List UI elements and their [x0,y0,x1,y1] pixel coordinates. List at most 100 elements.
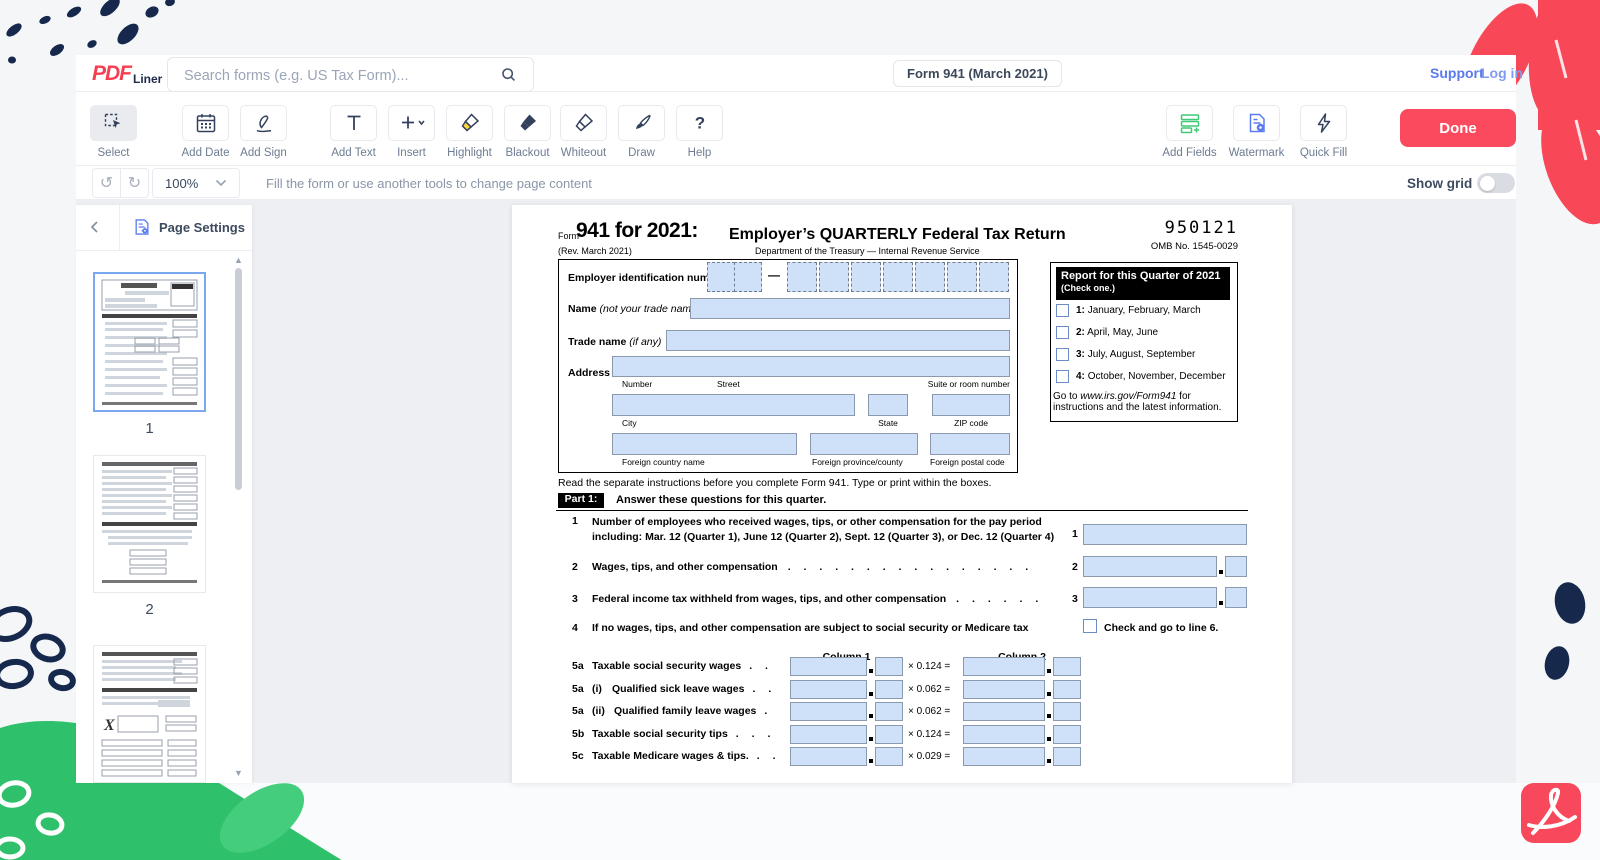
page-number-2: 2 [93,601,206,618]
quarter-1-checkbox[interactable] [1056,304,1069,317]
scroll-up-arrow[interactable]: ▲ [234,255,243,265]
state-field[interactable] [868,394,908,416]
sidebar-scrollbar-thumb[interactable] [235,268,242,490]
select-tool-button[interactable]: Select [90,105,137,159]
line5b-label-row: 5b Taxable social security tips. . . [572,728,775,740]
search-input[interactable] [182,58,496,93]
page-thumbnail-3[interactable]: X [93,645,206,783]
foreign-province-field[interactable] [810,433,918,455]
ein-digit-box[interactable] [915,262,945,292]
search-icon[interactable] [500,66,517,83]
zoom-select[interactable]: 100% [152,168,240,198]
acrobat-logo-icon [1521,783,1581,843]
line4-checkbox[interactable] [1083,619,1097,633]
page-settings-label: Page Settings [159,220,245,235]
add-fields-button[interactable]: Add Fields [1166,105,1213,159]
undo-button[interactable]: ↺ [92,168,121,198]
quick-fill-icon [1312,111,1336,135]
page-settings-icon [132,217,152,237]
add-sign-button[interactable]: Add Sign [240,105,287,159]
line3-right-number: 3 [1072,593,1078,605]
line2-amount-field[interactable] [1083,556,1247,577]
toolbar-hint: Fill the form or use another tools to ch… [266,176,592,191]
line2-number: 2 [572,561,578,573]
quarter-2-checkbox[interactable] [1056,326,1069,339]
done-button[interactable]: Done [1400,109,1516,147]
undo-icon: ↺ [100,173,113,193]
name-label: Name (not your trade name) [568,303,701,315]
suite-sublabel: Suite or room number [901,379,1010,389]
ein-digit-box[interactable] [947,262,977,292]
line1-field[interactable] [1083,524,1247,545]
line5a-ii-col1-field[interactable] [790,702,903,721]
ein-digit-box[interactable] [707,262,735,292]
pdfliner-logo[interactable]: PDF Liner [92,62,162,86]
quarter-option-2: 2: April, May, June [1056,326,1158,339]
document-page: Form 941 for 2021: Employer’s QUARTERLY … [512,205,1292,783]
zip-field[interactable] [932,394,1010,416]
trade-name-field[interactable] [666,330,1010,351]
page-1-preview [95,274,204,410]
help-button[interactable]: ? Help [676,105,723,159]
line5a-ii-col2-field[interactable] [963,702,1081,721]
show-grid-toggle[interactable] [1477,173,1515,193]
part1-chip: Part 1: [558,493,604,508]
line5a-i-multiplier: × 0.062 = [908,684,950,695]
foreign-postal-field[interactable] [930,433,1010,455]
line5b-multiplier: × 0.124 = [908,729,950,740]
page-thumbnail-1[interactable] [93,272,206,412]
ein-digit-box[interactable] [819,262,849,292]
address-field[interactable] [612,356,1010,377]
quarter-option-3: 3: July, August, September [1056,348,1195,361]
ein-digit-box[interactable] [851,262,881,292]
name-field[interactable] [690,298,1010,319]
ein-digit-box[interactable] [787,262,817,292]
collapse-sidebar-button[interactable] [88,220,102,234]
watermark-icon [1245,111,1269,135]
street-sublabel: Street [717,379,740,389]
ein-digit-box[interactable] [734,262,762,292]
help-icon: ? [688,111,712,135]
part1-title: Answer these questions for this quarter. [616,494,826,506]
zoom-value: 100% [165,176,198,191]
line3-amount-field[interactable] [1083,587,1247,608]
city-field[interactable] [612,394,855,416]
redo-button[interactable]: ↻ [120,168,149,198]
line5c-col1-field[interactable] [790,747,903,766]
quarter-3-checkbox[interactable] [1056,348,1069,361]
foreign-country-sublabel: Foreign country name [622,457,705,467]
login-link[interactable]: Log in [1481,65,1523,81]
logo-liner-text: Liner [133,72,162,86]
line1-number: 1 [572,515,578,527]
part1-rule [556,510,1248,511]
dot-leader: . . . . . . [956,593,1043,605]
line4-label: If no wages, tips, and other compensatio… [592,622,1028,634]
support-link[interactable]: Support [1430,65,1484,81]
line5b-col1-field[interactable] [790,725,903,744]
form-title: Employer’s QUARTERLY Federal Tax Return [729,226,1066,244]
line2-right-number: 2 [1072,561,1078,573]
quarter-option-4: 4: October, November, December [1056,370,1226,383]
document-title-chip[interactable]: Form 941 (March 2021) [893,60,1062,87]
page-settings-button[interactable]: Page Settings [132,217,245,237]
line5a-i-col1-field[interactable] [790,680,903,699]
line1-right-number: 1 [1072,528,1078,540]
quick-fill-button[interactable]: Quick Fill [1300,105,1347,159]
ein-digit-box[interactable] [883,262,913,292]
pages-sidebar: Page Settings 1 [76,205,252,783]
foreign-country-field[interactable] [612,433,797,455]
dot-leader: . . . . . . . . . . . . . . . . [788,561,1033,573]
page-2-preview [94,456,205,592]
quarter-4-checkbox[interactable] [1056,370,1069,383]
line5c-col2-field[interactable] [963,747,1081,766]
line3-number: 3 [572,593,578,605]
line5a-col2-field[interactable] [963,657,1081,676]
line5b-col2-field[interactable] [963,725,1081,744]
page-thumbnail-2[interactable] [93,455,206,593]
scroll-down-arrow[interactable]: ▼ [234,768,243,778]
line5a-col1-field[interactable] [790,657,903,676]
line5a-ii-label-row: 5a(ii) Qualified family leave wages. [572,705,772,717]
line5a-i-col2-field[interactable] [963,680,1081,699]
ein-digit-box[interactable] [979,262,1009,292]
watermark-button[interactable]: Watermark [1233,105,1280,159]
